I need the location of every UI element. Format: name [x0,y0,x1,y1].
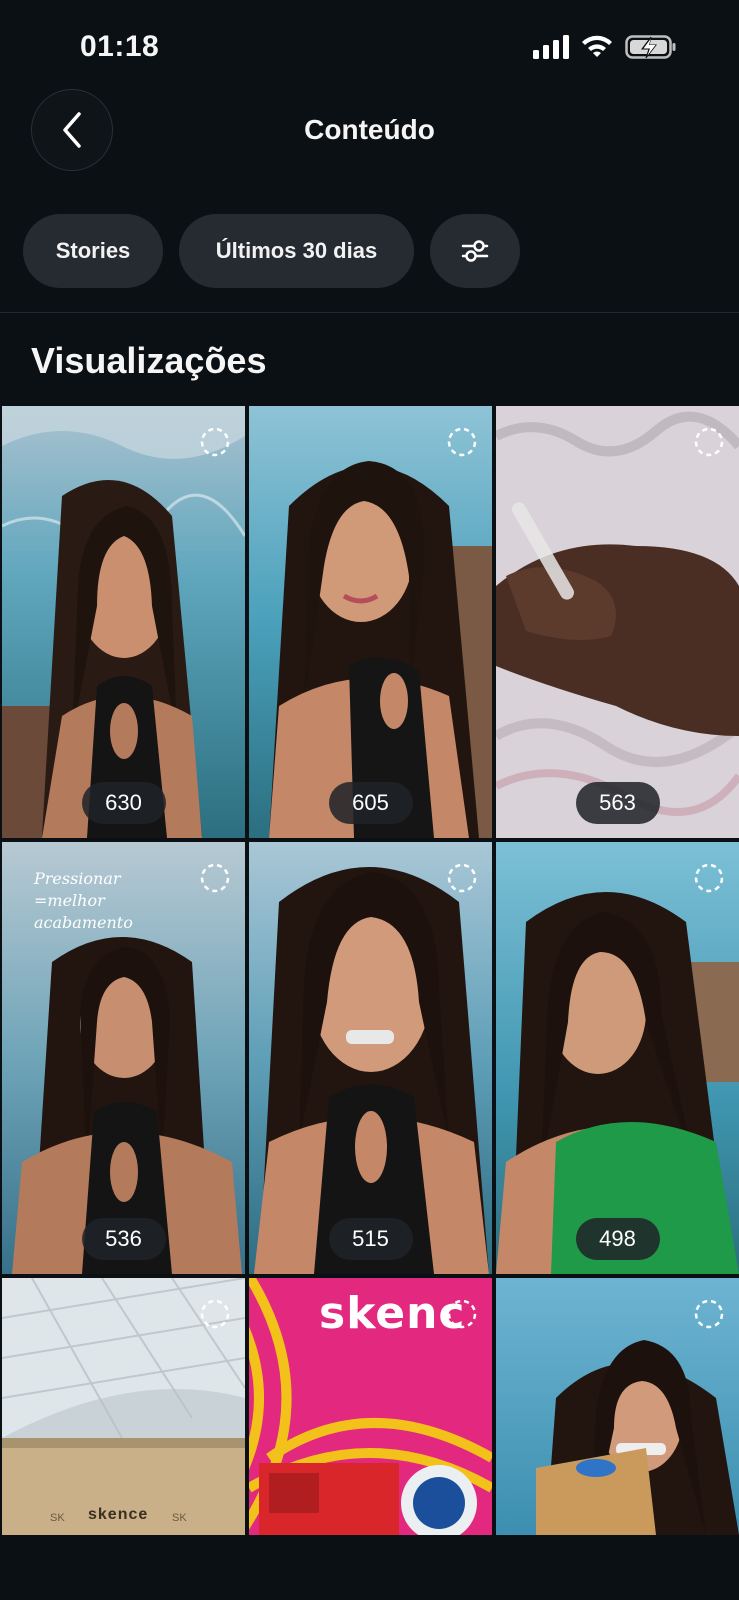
date-range-filter[interactable]: Últimos 30 dias [179,214,414,288]
stories-grid: 630 605 563 Pressionar =melhor acabament… [2,406,739,1535]
content-type-filter[interactable]: Stories [23,214,163,288]
story-thumbnail [249,842,492,1274]
svg-text:SK: SK [172,1512,187,1524]
story-tile[interactable]: Pressionar =melhor acabamento 536 [2,842,245,1274]
status-icons [533,34,677,60]
view-count-badge: 630 [81,782,166,824]
svg-text:SK: SK [50,1512,65,1524]
loading-spinner-icon [447,427,477,457]
view-count-badge: 563 [575,782,660,824]
story-thumbnail [249,406,492,838]
sliders-icon [461,240,489,262]
story-tile[interactable]: skenc [249,1278,492,1535]
page-title: Conteúdo [304,114,435,145]
story-tile[interactable]: 605 [249,406,492,838]
brand-label: skenc [319,1288,466,1339]
loading-spinner-icon [447,1299,477,1329]
divider [0,312,739,313]
loading-spinner-icon [200,427,230,457]
header: Conteúdo [0,88,739,174]
story-tile[interactable]: 498 [496,842,739,1274]
section-title: Visualizações [31,340,267,381]
loading-spinner-icon [694,427,724,457]
status-time: 01:18 [80,30,160,63]
status-bar: 01:18 [0,0,739,96]
filter-settings-button[interactable] [430,214,520,288]
battery-charging-icon [625,35,676,59]
view-count-badge: 605 [328,782,413,824]
story-thumbnail [2,406,245,838]
story-thumbnail [496,406,739,838]
loading-spinner-icon [200,863,230,893]
story-thumbnail [496,842,739,1274]
loading-spinner-icon [694,1299,724,1329]
view-count-badge: 515 [328,1218,413,1260]
story-tile[interactable]: 515 [249,842,492,1274]
loading-spinner-icon [447,863,477,893]
loading-spinner-icon [694,863,724,893]
signal-icon [533,35,569,59]
story-tile[interactable]: 563 [496,406,739,838]
story-tile[interactable] [496,1278,739,1535]
story-caption: Pressionar =melhor acabamento [34,869,133,932]
view-count-badge: 498 [575,1218,660,1260]
story-tile[interactable]: SK SK skence [2,1278,245,1535]
view-count-badge: 536 [81,1218,166,1260]
loading-spinner-icon [200,1299,230,1329]
wifi-icon [582,35,612,57]
filter-bar: Stories Últimos 30 dias [23,214,520,288]
story-tile[interactable]: 630 [2,406,245,838]
brand-label: skence [88,1506,149,1523]
